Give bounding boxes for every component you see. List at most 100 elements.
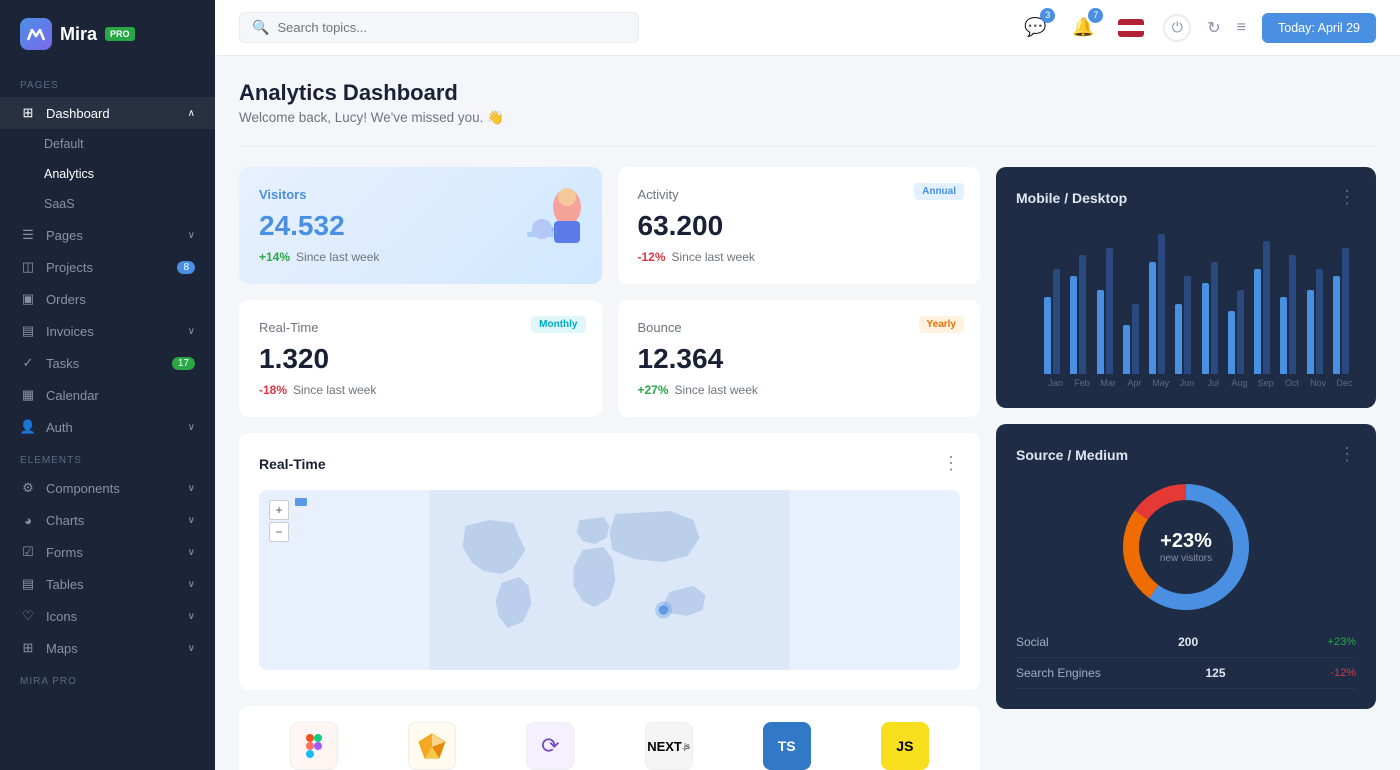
power-button[interactable]: ⏻ [1163,14,1191,42]
sidebar-item-invoices[interactable]: ▤ Invoices ∨ [0,315,215,347]
mobile-desktop-header: Mobile / Desktop ⋮ [1016,187,1356,208]
x-axis-label: Apr [1123,378,1146,388]
bar-group [1280,255,1303,374]
sidebar-label-projects: Projects [46,260,93,275]
chevron-invoices-icon: ∨ [188,326,195,337]
logo-icon [20,18,52,50]
sidebar-item-default[interactable]: Default [0,129,215,159]
page-header: Analytics Dashboard Welcome back, Lucy! … [239,80,1376,126]
dark-bar [1123,325,1130,374]
projects-icon: ◫ [20,259,36,275]
sidebar-item-orders[interactable]: ▣ Orders [0,283,215,315]
dark-bar [1149,262,1156,374]
chevron-auth-icon: ∨ [188,422,195,433]
chevron-icon: ∧ [188,108,195,119]
today-button[interactable]: Today: April 29 [1262,13,1376,43]
mobile-desktop-more-icon[interactable]: ⋮ [1338,187,1356,208]
bar-group [1228,290,1251,374]
map-more-icon[interactable]: ⋮ [942,453,960,474]
sidebar-label-invoices: Invoices [46,324,94,339]
x-axis-label: Jan [1044,378,1067,388]
dark-bar [1070,276,1077,374]
refresh-icon[interactable]: ↻ [1207,18,1220,38]
dark-bar [1097,290,1104,374]
search-input[interactable] [277,20,626,35]
bar-group [1097,248,1120,374]
sidebar-item-icons[interactable]: ♡ Icons ∨ [0,600,215,632]
activity-card: Activity Annual 63.200 -12% Since last w… [618,167,981,284]
sidebar-item-maps[interactable]: ⊞ Maps ∨ [0,632,215,664]
light-bar [1158,234,1165,374]
realtime-value: 1.320 [259,343,582,375]
page-header-text: Analytics Dashboard Welcome back, Lucy! … [239,80,504,126]
donut-chart: +23% new visitors [1116,477,1256,617]
x-axis-label: Aug [1228,378,1251,388]
notifications-button[interactable]: 🔔 7 [1067,12,1099,44]
sidebar-item-tables[interactable]: ▤ Tables ∨ [0,568,215,600]
light-bar [1237,290,1244,374]
sidebar-item-projects[interactable]: ◫ Projects 8 [0,251,215,283]
messages-badge: 3 [1040,8,1055,23]
activity-value: 63.200 [638,210,961,242]
bar-chart-wrapper: JanFebMarAprMayJunJulAugSepOctNovDec [1016,224,1356,388]
mobile-desktop-card: Mobile / Desktop ⋮ JanFebMarAprMayJunJul… [996,167,1376,408]
source-value-search: 125 [1206,666,1226,680]
brand-name: Mira [60,24,97,45]
sidebar-item-saas[interactable]: SaaS [0,189,215,219]
dark-bar [1280,297,1287,374]
sidebar-label-icons: Icons [46,609,77,624]
sidebar-label-orders: Orders [46,292,86,307]
activity-label: Activity [638,187,961,202]
bounce-value: 12.364 [638,343,961,375]
us-flag-icon [1118,19,1144,37]
map-flag [295,498,307,506]
filter-icon[interactable]: ≡ [1237,19,1246,37]
sidebar-item-calendar[interactable]: ▦ Calendar [0,379,215,411]
sidebar-item-pages[interactable]: ☰ Pages ∨ [0,219,215,251]
sidebar-item-auth[interactable]: 👤 Auth ∨ [0,411,215,443]
source-row-search: Search Engines 125 -12% [1016,658,1356,689]
sidebar-item-analytics[interactable]: Analytics [0,159,215,189]
chevron-pages-icon: ∨ [188,230,195,241]
x-axis-label: Oct [1280,378,1303,388]
map-controls: + − [269,500,289,542]
donut-center-text: +23% new visitors [1160,530,1212,564]
sidebar-label-pages: Pages [46,228,83,243]
bar-group [1254,241,1277,374]
figma-logo [290,722,338,770]
sidebar-item-charts[interactable]: ◕ Charts ∨ [0,504,215,536]
dark-bar [1202,283,1209,374]
light-bar [1263,241,1270,374]
bar-group [1044,269,1067,374]
light-bar [1132,304,1139,374]
bounce-change-text: Since last week [675,383,758,397]
source-medium-more-icon[interactable]: ⋮ [1338,444,1356,465]
realtime-map-card: Real-Time ⋮ [239,433,980,690]
sidebar-label-auth: Auth [46,420,73,435]
sidebar-item-tasks[interactable]: ✓ Tasks 17 [0,347,215,379]
sidebar-label-tasks: Tasks [46,356,79,371]
light-bar [1342,248,1349,374]
sidebar-item-forms[interactable]: ☑ Forms ∨ [0,536,215,568]
sidebar-item-dashboard[interactable]: ⊞ Dashboard ∧ [0,97,215,129]
sidebar-label-default: Default [44,137,84,151]
dark-bar [1044,297,1051,374]
map-zoom-in-button[interactable]: + [269,500,289,520]
realtime-badge: Monthly [531,316,585,333]
pages-icon: ☰ [20,227,36,243]
x-axis-label: May [1149,378,1172,388]
sidebar-item-components[interactable]: ⚙ Components ∨ [0,472,215,504]
bar-chart [1016,224,1356,374]
language-selector[interactable] [1115,12,1147,44]
sidebar-label-forms: Forms [46,545,83,560]
source-medium-title: Source / Medium [1016,447,1128,463]
activity-change: -12% Since last week [638,250,961,264]
source-value-social: 200 [1178,635,1198,649]
realtime-change-text: Since last week [293,383,376,397]
search-bar[interactable]: 🔍 [239,12,639,43]
messages-button[interactable]: 💬 3 [1019,12,1051,44]
map-card-title: Real-Time [259,456,326,472]
sidebar-label-maps: Maps [46,641,78,656]
map-zoom-out-button[interactable]: − [269,522,289,542]
notifications-badge: 7 [1088,8,1103,23]
